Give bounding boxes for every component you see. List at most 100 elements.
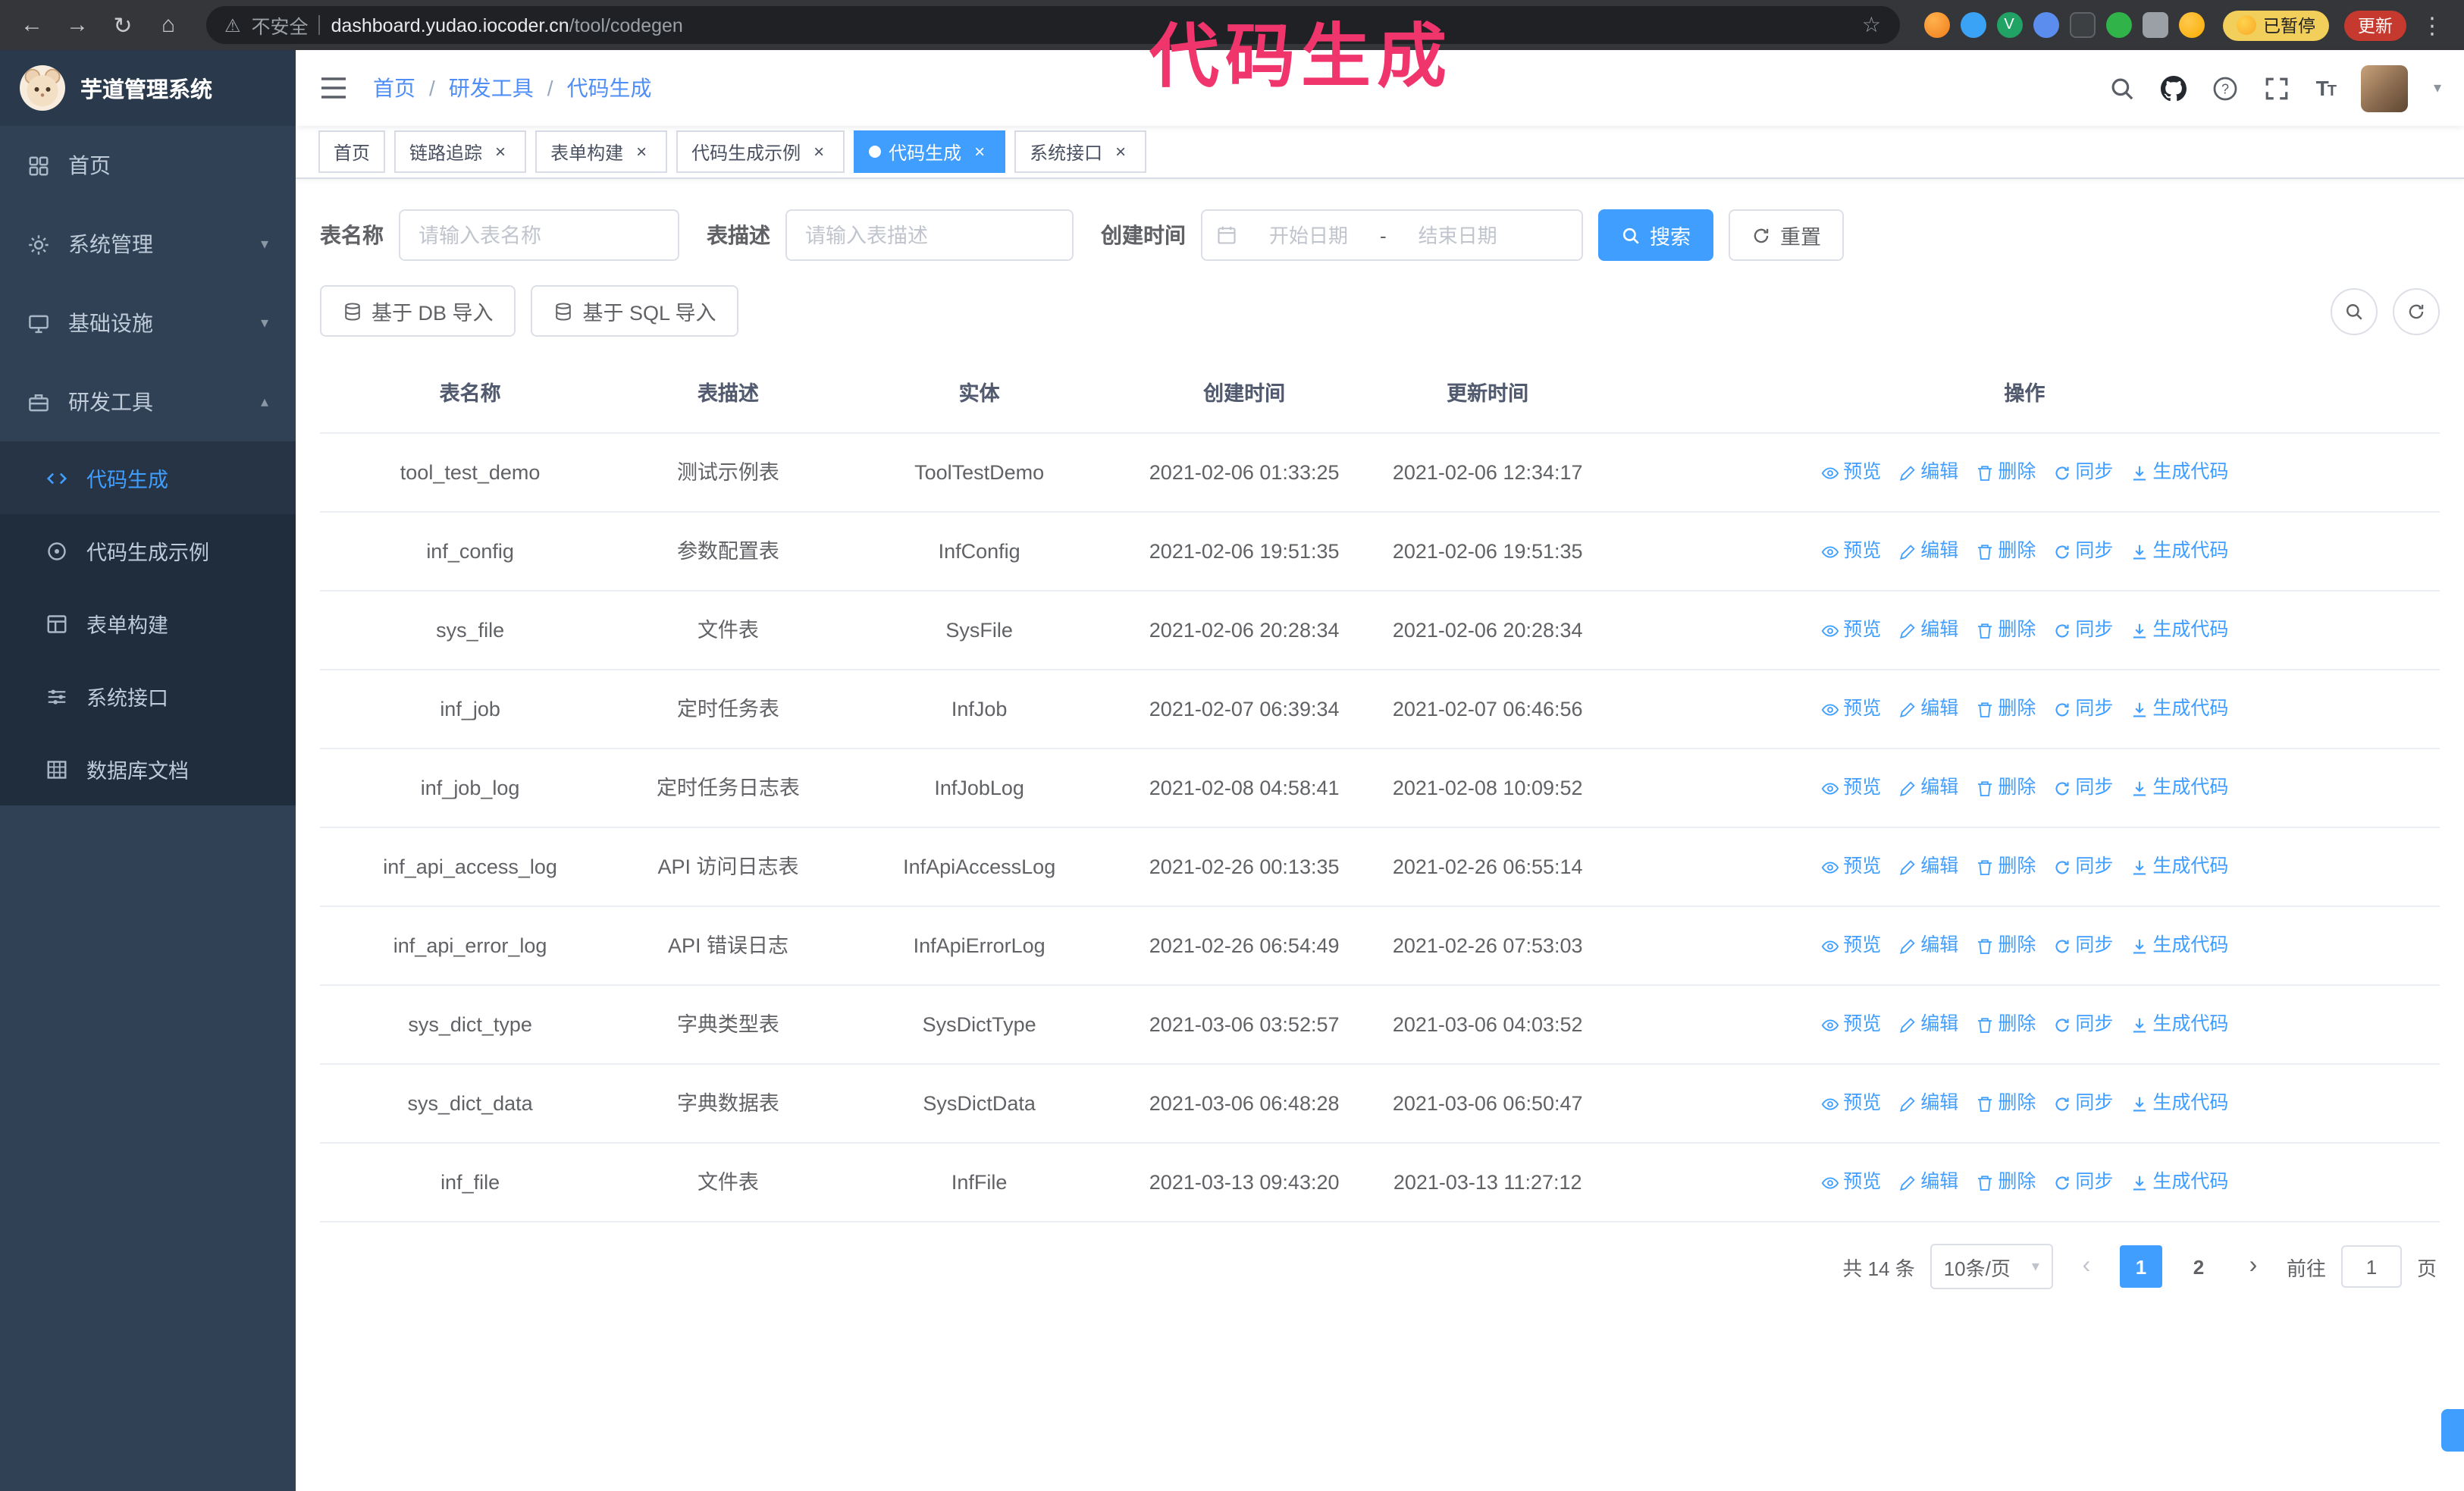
sidebar-item-form-builder[interactable]: 表单构建 [0,587,296,660]
import-db-button[interactable]: 基于 DB 导入 [320,285,516,337]
delete-link[interactable]: 删除 [1975,1088,2036,1119]
hamburger-icon[interactable] [318,73,349,103]
sync-link[interactable]: 同步 [2052,851,2113,883]
generate-code-link[interactable]: 生成代码 [2130,772,2228,804]
close-icon[interactable]: × [808,141,829,162]
forward-icon[interactable]: → [58,5,97,45]
edit-link[interactable]: 编辑 [1898,930,1958,962]
generate-code-link[interactable]: 生成代码 [2130,535,2228,567]
edge-affix-widget[interactable] [2441,1409,2464,1452]
sync-link[interactable]: 同步 [2052,772,2113,804]
delete-link[interactable]: 删除 [1975,614,2036,646]
update-button[interactable]: 更新 [2344,10,2406,40]
preview-link[interactable]: 预览 [1820,1166,1881,1198]
chevron-down-icon[interactable]: ▾ [2434,80,2441,96]
paused-chip[interactable]: 已暂停 [2222,10,2329,40]
fullscreen-icon[interactable] [2265,75,2290,101]
close-icon[interactable]: × [490,141,511,162]
preview-link[interactable]: 预览 [1820,1009,1881,1041]
delete-link[interactable]: 删除 [1975,693,2036,725]
date-range-picker[interactable]: - [1201,209,1583,261]
generate-code-link[interactable]: 生成代码 [2130,614,2228,646]
table-name-input[interactable] [399,209,679,261]
page-number-1[interactable]: 1 [2119,1245,2162,1288]
page-number-2[interactable]: 2 [2177,1245,2220,1288]
preview-link[interactable]: 预览 [1820,1088,1881,1119]
tab-system-api[interactable]: 系统接口 × [1014,130,1147,173]
delete-link[interactable]: 删除 [1975,457,2036,488]
sync-link[interactable]: 同步 [2052,693,2113,725]
close-icon[interactable]: × [969,141,990,162]
delete-link[interactable]: 删除 [1975,772,2036,804]
edit-link[interactable]: 编辑 [1898,457,1958,488]
edit-link[interactable]: 编辑 [1898,1009,1958,1041]
help-icon[interactable]: ? [2213,75,2239,101]
page-size-select[interactable]: 10条/页 ▾ [1930,1244,2053,1289]
home-icon[interactable]: ⌂ [149,5,188,45]
end-date-input[interactable] [1392,222,1523,248]
edit-link[interactable]: 编辑 [1898,693,1958,725]
extension-icon-people[interactable] [2033,12,2058,38]
edit-link[interactable]: 编辑 [1898,772,1958,804]
search-button[interactable]: 搜索 [1598,209,1713,261]
sidebar-item-codegen-example[interactable]: 代码生成示例 [0,514,296,587]
generate-code-link[interactable]: 生成代码 [2130,693,2228,725]
sync-link[interactable]: 同步 [2052,535,2113,567]
sync-link[interactable]: 同步 [2052,457,2113,488]
edit-link[interactable]: 编辑 [1898,1088,1958,1119]
generate-code-link[interactable]: 生成代码 [2130,1009,2228,1041]
kebab-menu-icon[interactable]: ⋮ [2412,5,2452,45]
search-icon[interactable] [2110,75,2136,101]
extension-icon-dark[interactable] [2069,12,2095,38]
edit-link[interactable]: 编辑 [1898,1166,1958,1198]
preview-link[interactable]: 预览 [1820,614,1881,646]
app-logo[interactable]: 芋道管理系统 [0,50,296,126]
preview-link[interactable]: 预览 [1820,772,1881,804]
edit-link[interactable]: 编辑 [1898,535,1958,567]
breadcrumb-home[interactable]: 首页 [373,73,415,103]
profile-avatar-icon[interactable] [2178,12,2204,38]
sidebar-item-home[interactable]: 首页 [0,126,296,205]
table-desc-input[interactable] [785,209,1074,261]
address-bar[interactable]: ⚠ 不安全 dashboard.yudao.iocoder.cn/tool/co… [206,6,1899,44]
tab-form-builder[interactable]: 表单构建 × [535,130,668,173]
tab-trace[interactable]: 链路追踪 × [394,130,527,173]
extension-icon-leaf[interactable] [2105,12,2131,38]
sync-link[interactable]: 同步 [2052,1088,2113,1119]
prev-page-button[interactable]: ‹ [2068,1245,2105,1288]
puzzle-icon[interactable] [2142,12,2168,38]
close-icon[interactable]: × [631,141,652,162]
back-icon[interactable]: ← [12,5,52,45]
sidebar-item-infra[interactable]: 基础设施 ▾ [0,284,296,363]
delete-link[interactable]: 删除 [1975,930,2036,962]
delete-link[interactable]: 删除 [1975,1166,2036,1198]
preview-link[interactable]: 预览 [1820,457,1881,488]
delete-link[interactable]: 删除 [1975,851,2036,883]
sync-link[interactable]: 同步 [2052,1166,2113,1198]
user-avatar[interactable] [2360,64,2408,111]
next-page-button[interactable]: › [2235,1245,2271,1288]
font-size-icon[interactable]: TT [2316,76,2337,100]
extension-icon-blue[interactable] [1960,12,1986,38]
preview-link[interactable]: 预览 [1820,693,1881,725]
delete-link[interactable]: 删除 [1975,535,2036,567]
preview-link[interactable]: 预览 [1820,535,1881,567]
extension-icon-fox[interactable] [1923,12,1949,38]
close-icon[interactable]: × [1110,141,1131,162]
edit-link[interactable]: 编辑 [1898,851,1958,883]
sync-link[interactable]: 同步 [2052,930,2113,962]
bookmark-star-icon[interactable]: ☆ [1862,12,1881,38]
reload-icon[interactable]: ↻ [103,5,143,45]
breadcrumb-devtools[interactable]: 研发工具 [449,73,534,103]
sidebar-item-codegen[interactable]: 代码生成 [0,441,296,514]
edit-link[interactable]: 编辑 [1898,614,1958,646]
sync-link[interactable]: 同步 [2052,614,2113,646]
extension-icon-green-v[interactable]: V [1996,12,2022,38]
sidebar-item-devtools[interactable]: 研发工具 ▴ [0,363,296,441]
reset-button[interactable]: 重置 [1729,209,1844,261]
sync-link[interactable]: 同步 [2052,1009,2113,1041]
generate-code-link[interactable]: 生成代码 [2130,1088,2228,1119]
delete-link[interactable]: 删除 [1975,1009,2036,1041]
preview-link[interactable]: 预览 [1820,930,1881,962]
page-jump-input[interactable] [2340,1245,2402,1288]
